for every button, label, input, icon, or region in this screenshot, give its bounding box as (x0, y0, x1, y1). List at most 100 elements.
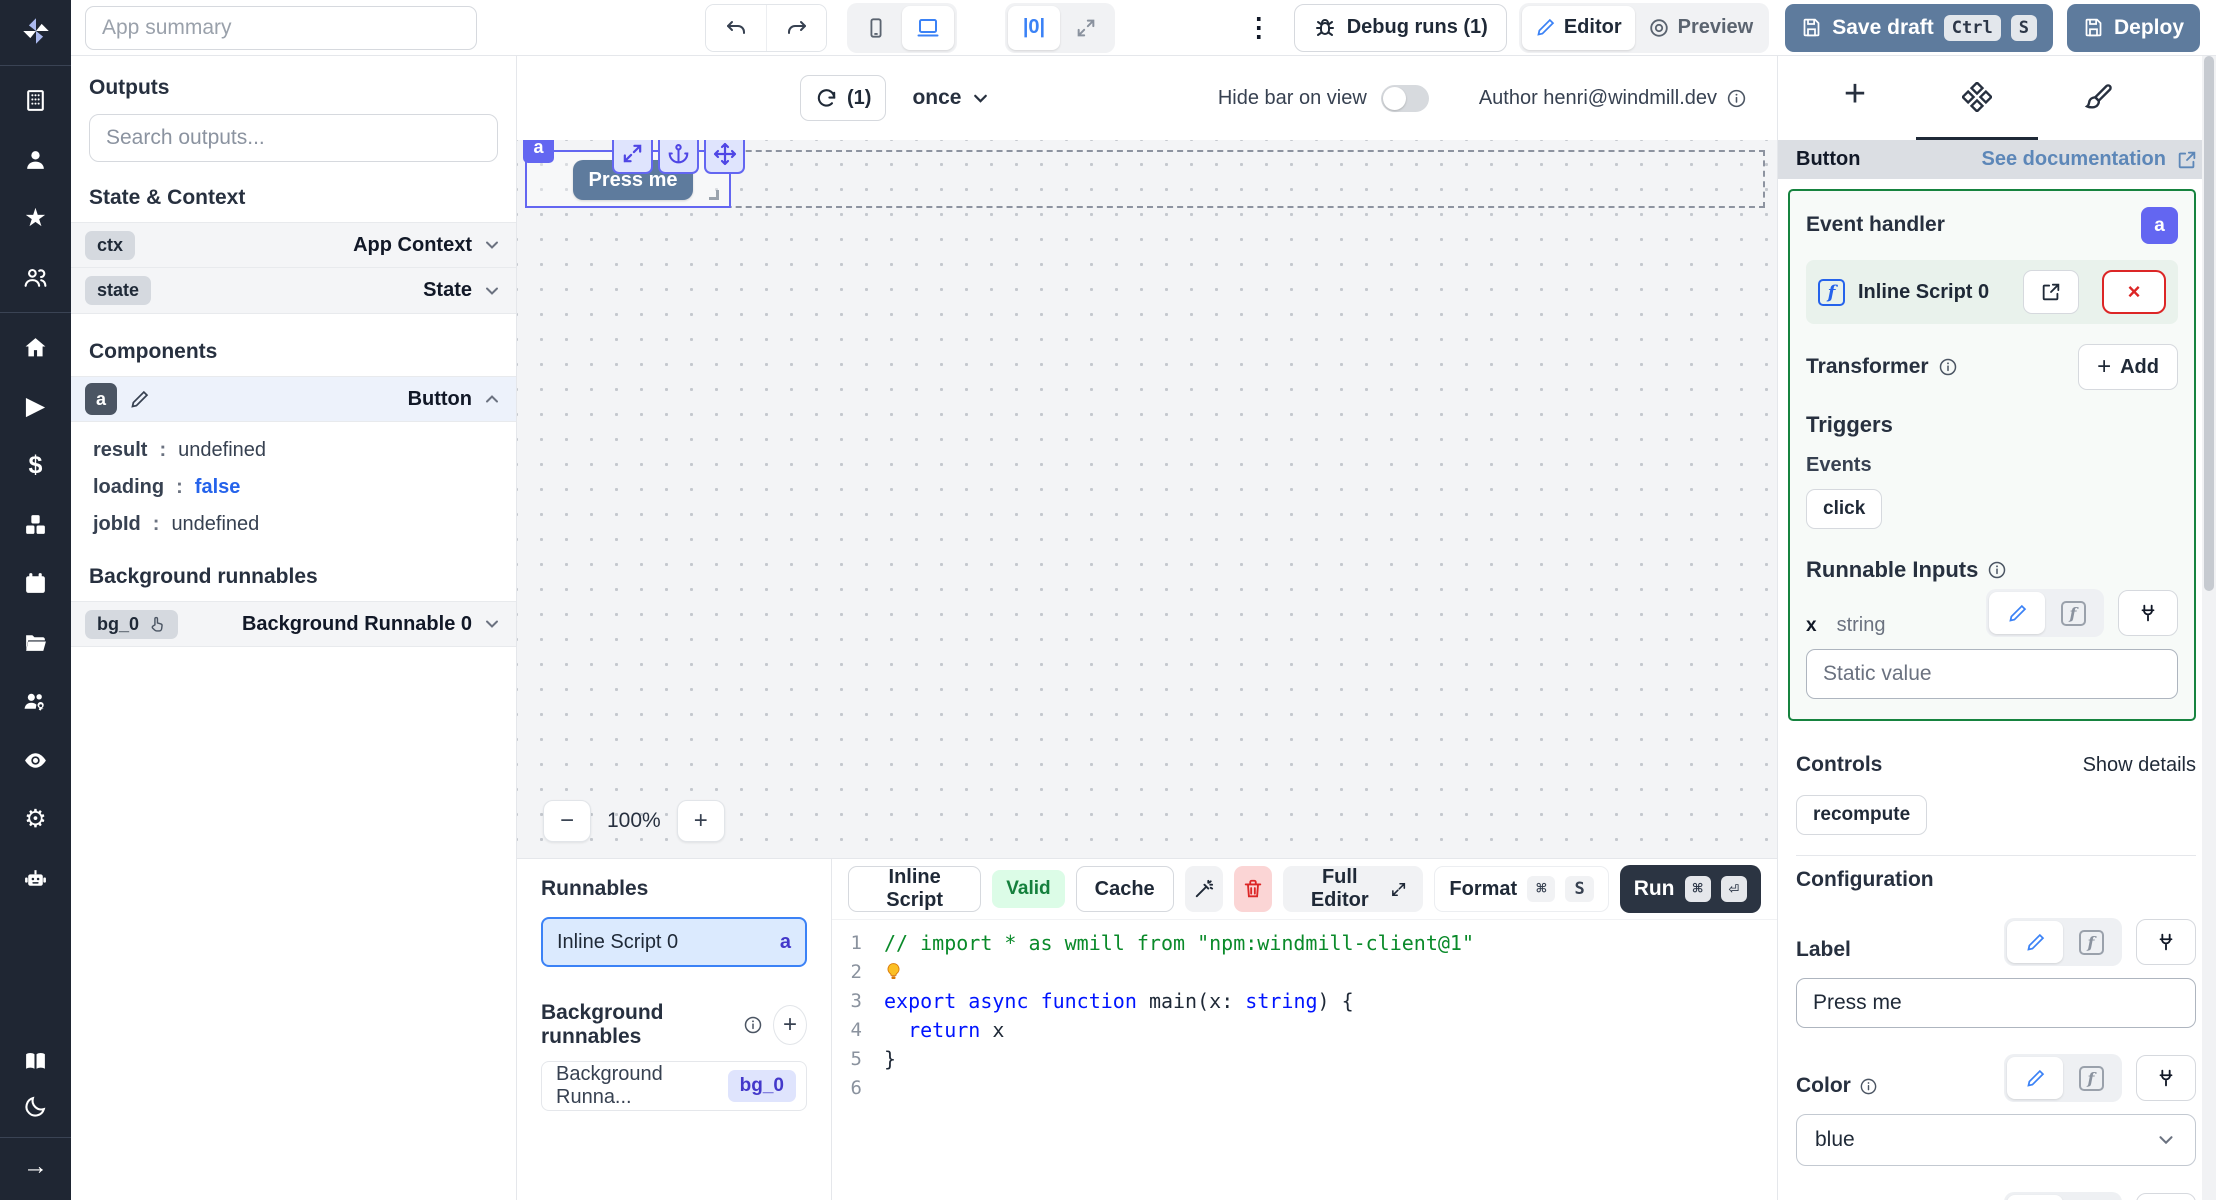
moon-icon[interactable] (0, 1084, 71, 1129)
dollar-icon[interactable]: $ (0, 443, 71, 488)
zoom-controls: − 100% + (543, 800, 725, 842)
component-id-tag[interactable]: a (523, 140, 554, 163)
arrow-right-icon[interactable]: → (0, 1138, 71, 1194)
app-canvas[interactable]: a Press me − 100% + (517, 140, 1777, 858)
building-icon[interactable] (0, 78, 71, 123)
search-outputs-input[interactable] (89, 114, 498, 162)
script-name-button[interactable]: Inline Script (848, 866, 982, 912)
app-summary-input[interactable] (85, 5, 477, 50)
zoom-out-button[interactable]: − (543, 800, 591, 842)
scrollbar[interactable] (2202, 56, 2216, 1200)
bg-runnable-name: Background Runnable 0 (241, 612, 472, 635)
expand-handle[interactable] (612, 140, 653, 174)
static-mode-button[interactable] (2007, 921, 2063, 963)
expression-mode-button[interactable]: f (2063, 1195, 2119, 1200)
remove-script-button[interactable]: × (2102, 270, 2166, 314)
code-editor-content[interactable]: 1// import * as wmill from "npm:windmill… (832, 919, 1777, 1200)
debug-runs-button[interactable]: Debug runs (1) (1293, 3, 1507, 52)
refresh-button[interactable]: (1) (800, 75, 887, 121)
connect-input-button[interactable] (2136, 1193, 2196, 1200)
label-field-label: Label (1796, 938, 1851, 961)
tab-styling[interactable] (2038, 56, 2160, 140)
info-icon[interactable] (1726, 88, 1747, 109)
static-mode-button[interactable] (1989, 592, 2045, 634)
ai-wand-button[interactable] (1184, 866, 1223, 912)
move-handle[interactable] (704, 140, 745, 174)
static-value-input[interactable] (1806, 649, 2178, 699)
inline-script-item[interactable]: Inline Script 0 a (541, 917, 807, 967)
open-script-button[interactable] (2023, 270, 2079, 314)
hide-bar-toggle[interactable] (1380, 84, 1429, 112)
redo-button[interactable] (766, 4, 826, 51)
full-editor-button[interactable]: Full Editor (1283, 866, 1424, 912)
scrollbar-thumb[interactable] (2204, 56, 2214, 591)
show-details-link[interactable]: Show details (2083, 754, 2196, 777)
tab-component-settings[interactable] (1916, 56, 2038, 140)
state-row[interactable]: state State (71, 268, 516, 314)
info-icon[interactable] (1938, 357, 1958, 377)
robot-icon[interactable] (0, 856, 71, 901)
person-icon[interactable] (0, 137, 71, 182)
star-icon[interactable]: ★ (0, 196, 71, 241)
info-icon[interactable] (1859, 1077, 1878, 1096)
more-menu-icon[interactable]: ⋮ (1246, 12, 1272, 43)
calendar-icon[interactable] (0, 561, 71, 606)
connect-input-button[interactable] (2136, 919, 2196, 965)
eye-icon[interactable] (0, 738, 71, 783)
anchor-handle[interactable] (658, 140, 699, 174)
bg-runnable-row[interactable]: bg_0 Background Runnable 0 (71, 601, 516, 647)
ctx-row[interactable]: ctx App Context (71, 222, 516, 268)
static-mode-button[interactable] (2007, 1195, 2063, 1200)
refresh-mode-dropdown[interactable]: once (912, 86, 991, 110)
expression-mode-button[interactable]: f (2063, 921, 2119, 963)
label-value-input[interactable] (1796, 978, 2196, 1028)
expression-mode-button[interactable]: f (2063, 1057, 2119, 1099)
info-icon[interactable] (743, 1015, 763, 1035)
deploy-button[interactable]: Deploy (2066, 3, 2200, 52)
tab-insert-component[interactable]: + (1794, 56, 1916, 140)
hand-pointer-icon (151, 616, 163, 632)
add-transformer-button[interactable]: + Add (2078, 344, 2178, 390)
editor-tab[interactable]: Editor (1521, 5, 1635, 50)
bg-runnable-item[interactable]: Background Runna... bg_0 (541, 1061, 807, 1111)
folder-icon[interactable] (0, 620, 71, 665)
see-documentation-link[interactable]: See documentation (1982, 148, 2198, 171)
windmill-logo-icon[interactable] (19, 0, 53, 65)
users-gear-icon[interactable] (0, 679, 71, 724)
connect-input-button[interactable] (2118, 590, 2178, 636)
preview-tab[interactable]: Preview (1635, 6, 1767, 50)
inline-script-row[interactable]: f Inline Script 0 × (1806, 260, 2178, 324)
events-title: Events (1806, 454, 1872, 476)
recompute-chip[interactable]: recompute (1796, 795, 1928, 835)
static-mode-button[interactable] (2007, 1057, 2063, 1099)
bug-icon (1315, 18, 1334, 36)
component-type-label: Button (1796, 148, 1861, 170)
pencil-icon[interactable] (129, 389, 150, 410)
save-draft-button[interactable]: Save draft Ctrl S (1785, 3, 2053, 52)
cache-button[interactable]: Cache (1075, 866, 1174, 912)
color-select[interactable]: blue (1796, 1114, 2196, 1166)
mobile-view-button[interactable] (850, 6, 902, 50)
zoom-in-button[interactable]: + (676, 800, 725, 842)
add-bg-runnable-button[interactable]: + (773, 1005, 807, 1045)
resize-handle[interactable] (709, 190, 719, 200)
info-icon[interactable] (1987, 560, 2007, 580)
gear-icon[interactable]: ⚙ (0, 797, 71, 842)
home-icon[interactable] (0, 325, 71, 370)
undo-button[interactable] (706, 4, 766, 51)
connect-input-button[interactable] (2136, 1055, 2196, 1101)
book-icon[interactable] (0, 1039, 71, 1084)
user-group-icon[interactable] (0, 255, 71, 300)
format-button[interactable]: Format ⌘ S (1434, 866, 1609, 912)
component-button-row[interactable]: a Button (71, 376, 516, 422)
play-icon[interactable]: ▶ (0, 384, 71, 429)
fullscreen-button[interactable] (1060, 6, 1112, 50)
save-icon (2085, 18, 2102, 37)
center-align-button[interactable]: |0| (1008, 5, 1060, 50)
run-button[interactable]: Run ⌘ ⏎ (1619, 865, 1762, 913)
delete-script-button[interactable] (1233, 866, 1273, 912)
runnable-input-x-row: x string f (1806, 589, 2178, 637)
expression-mode-button[interactable]: f (2045, 592, 2101, 634)
desktop-view-button[interactable] (902, 5, 954, 50)
cubes-icon[interactable] (0, 502, 71, 547)
